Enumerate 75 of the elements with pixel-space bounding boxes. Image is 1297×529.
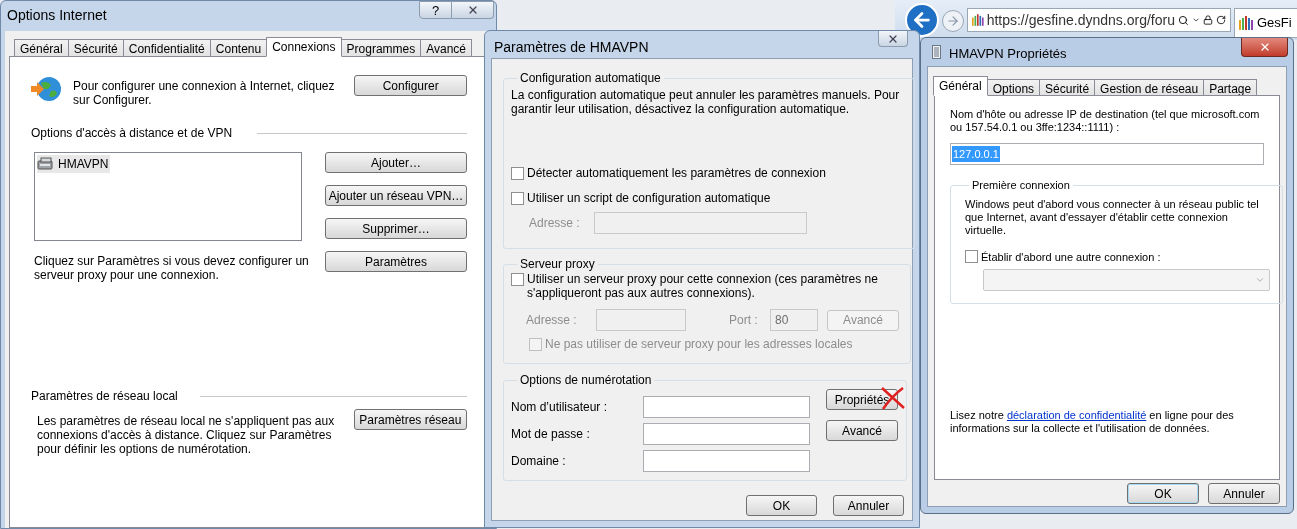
lan-settings-button[interactable]: Paramètres réseau <box>353 409 467 430</box>
lan-description: Les paramètres de réseau local ne s'appliquent pas aux connexions d'accès à distance. Cliquez sur Paramètres pour définir les options de numérotation. <box>37 414 336 456</box>
tab[interactable]: Général <box>14 39 69 57</box>
group-title: Première connexion <box>971 178 1071 193</box>
settings-button[interactable]: Paramètres <box>325 251 467 272</box>
tab-title: GesFi <box>1257 14 1292 33</box>
close-button[interactable] <box>878 31 908 47</box>
tab[interactable]: Avancé <box>420 39 473 57</box>
group-title: Configuration automatique <box>519 70 662 87</box>
document-icon <box>932 45 941 59</box>
ok-button[interactable]: OK <box>746 495 817 516</box>
properties-button[interactable]: Propriétés <box>826 389 898 410</box>
input-field[interactable] <box>643 396 810 418</box>
auto-config-description: La configuration automatique peut annuler les paramètres manuels. Pour garantir leur utilisation, désactivez la configuration automatique. <box>511 88 901 116</box>
list-item[interactable]: HMAVPN <box>37 155 111 173</box>
tab[interactable]: Programmes <box>340 39 422 57</box>
ok-button[interactable]: OK <box>1127 483 1199 504</box>
checkbox-label: Ne pas utiliser de serveur proxy pour les adresses locales <box>545 336 853 353</box>
url-text: https://gesfine.dyndns.org/foru <box>986 10 1175 30</box>
host-label: Nom d'hôte ou adresse IP de destination (tel que microsoft.com ou 157.54.0.1 ou 3ffe:1234::1111) : <box>950 108 1261 134</box>
privacy-link[interactable]: déclaration de confidentialité <box>1006 409 1147 421</box>
selected-text: 127.0.0.1 <box>952 145 1000 163</box>
advanced-button[interactable]: Avancé <box>826 420 898 441</box>
list-action-button[interactable]: Supprimer… <box>325 218 467 239</box>
input-field[interactable] <box>643 450 810 472</box>
checkbox[interactable] <box>511 273 524 286</box>
cancel-button[interactable]: Annuler <box>833 495 904 516</box>
field-label: Port : <box>729 312 759 329</box>
window-title: Paramètres de HMAVPN <box>494 38 649 57</box>
site-icon <box>972 13 984 27</box>
checkbox[interactable] <box>965 250 978 264</box>
help-button[interactable]: ? <box>419 1 452 19</box>
group-title: Serveur proxy <box>519 256 596 273</box>
section-heading: Options d'accès à distance et de VPN <box>31 125 233 142</box>
close-button[interactable] <box>1241 38 1288 57</box>
checkbox-label: Utiliser un serveur proxy pour cette connexion (ces paramètres ne s'appliqueront pas aux autres connexions). <box>527 272 879 300</box>
back-button[interactable] <box>905 3 939 37</box>
browser-tab[interactable]: GesFi <box>1234 8 1297 38</box>
refresh-icon <box>1216 14 1226 26</box>
tab[interactable]: Général <box>933 76 988 96</box>
site-icon <box>1239 16 1253 30</box>
setup-text: Pour configurer une connexion à Internet, cliquez sur Configurer. <box>73 79 336 107</box>
checkbox[interactable] <box>511 166 524 180</box>
address-bar[interactable]: https://gesfine.dyndns.org/foru <box>967 8 1231 32</box>
lock-icon <box>1203 14 1214 26</box>
window-title: HMAVPN Propriétés <box>949 45 1067 63</box>
configure-button[interactable]: Configurer <box>354 75 467 96</box>
tab[interactable]: Confidentialité <box>122 39 211 57</box>
search-icon <box>1177 13 1189 27</box>
list-action-button[interactable]: Ajouter… <box>325 152 467 173</box>
proxy-note: Cliquez sur Paramètres si vous devez configurer un serveur proxy pour une connexion. <box>34 254 310 282</box>
forward-button[interactable] <box>942 10 964 32</box>
window-title: Options Internet <box>7 6 107 25</box>
group-title: Options de numérotation <box>519 372 653 389</box>
input-field[interactable] <box>643 423 810 445</box>
checkbox-label: Détecter automatiquement les paramètres de connexion <box>527 165 826 182</box>
field-label: Nom d’utilisateur : <box>511 399 609 416</box>
tab[interactable]: Connexions <box>266 37 342 57</box>
arrow-right-icon <box>946 14 960 28</box>
field-label: Mot de passe : <box>511 426 591 443</box>
cancel-button[interactable]: Annuler <box>1208 483 1280 504</box>
checkbox-label: Utiliser un script de configuration automatique <box>527 190 771 207</box>
tab[interactable]: Contenu <box>209 39 268 57</box>
globe-icon <box>31 75 63 103</box>
checkbox-label: Établir d'abord une autre connexion : <box>981 249 1161 265</box>
field-label: Domaine : <box>511 453 567 470</box>
first-connection-description: Windows peut d'abord vous connecter à un réseau public tel que Internet, avant d'essayer d'établir cette connexion virtuelle. <box>965 197 1260 237</box>
field-label: Adresse : <box>526 312 578 329</box>
tab[interactable]: Sécurité <box>67 39 124 57</box>
section-heading: Paramètres de réseau local <box>31 388 178 405</box>
dropdown-icon <box>1191 15 1201 25</box>
checkbox[interactable] <box>511 191 524 205</box>
privacy-text: Lisez notre déclaration de confidentialité en ligne pour des informations sur la collecte et l'utilisation de données. <box>950 409 1235 435</box>
field-label: Adresse : <box>529 215 581 232</box>
list-action-button[interactable]: Ajouter un réseau VPN… <box>325 185 467 206</box>
